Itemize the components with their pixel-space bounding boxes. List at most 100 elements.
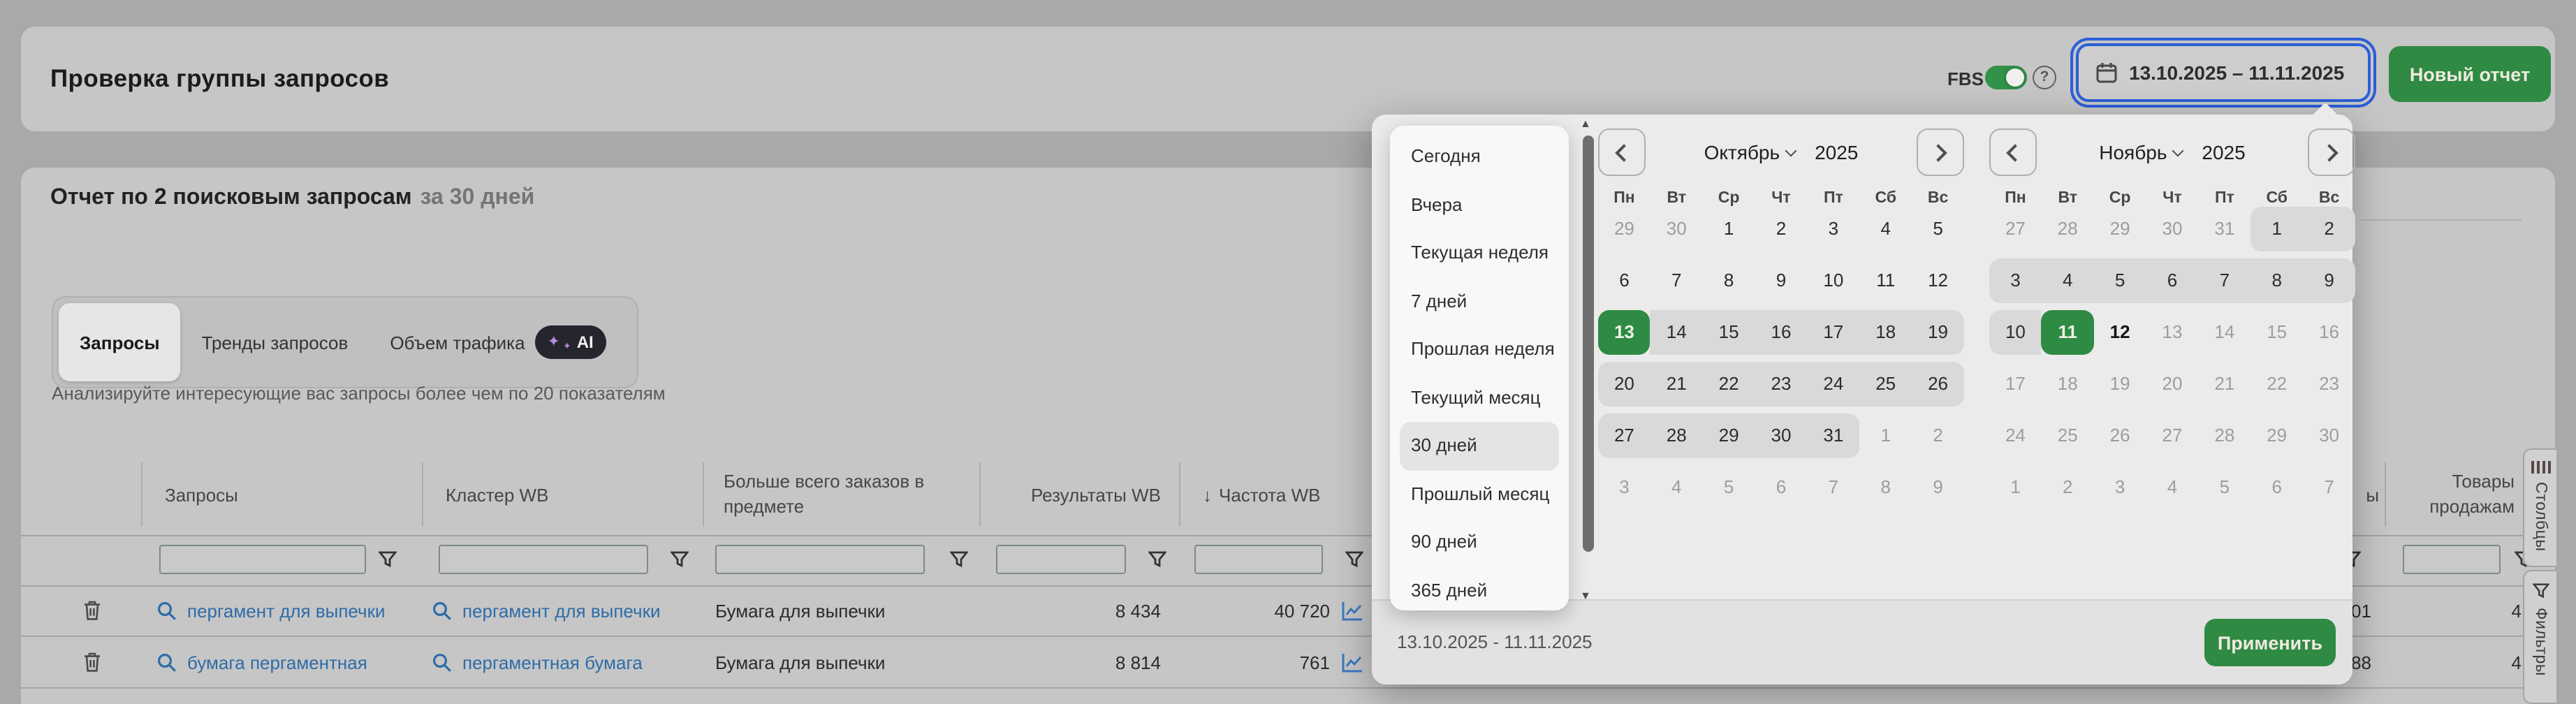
filter-input-frequency[interactable] [1194, 545, 1323, 574]
cluster-link[interactable]: пергамент для выпечки [462, 600, 660, 621]
day-cell[interactable]: 27 [1598, 413, 1651, 458]
query-link[interactable]: пергамент для выпечки [187, 600, 385, 621]
day-cell[interactable]: 7 [1651, 258, 1703, 303]
day-cell[interactable]: 1 [1703, 207, 1755, 251]
tab-объем-трафика[interactable]: Объем трафика✦✦AI [369, 303, 627, 381]
filter-input-results[interactable] [996, 545, 1126, 574]
col-header-products-sales[interactable]: Товары продажам [2389, 454, 2515, 535]
day-cell[interactable]: 26 [1912, 362, 1964, 406]
day-cell[interactable]: 13 [1598, 310, 1651, 355]
day-cell[interactable]: 17 [1807, 310, 1859, 355]
year-label[interactable]: 2025 [2202, 141, 2245, 163]
preset-item[interactable]: Текущий месяц [1400, 374, 1559, 422]
day-cell[interactable]: 1 [2251, 207, 2303, 251]
day-cell[interactable]: 16 [1755, 310, 1808, 355]
filter-input-products-sales[interactable] [2403, 545, 2501, 574]
frequency-chart-icon[interactable] [1341, 585, 1363, 636]
day-cell[interactable]: 14 [1651, 310, 1703, 355]
query-link[interactable]: бумага пергаментная [187, 652, 367, 673]
filter-funnel-icon[interactable] [1345, 550, 1363, 569]
day-cell[interactable]: 24 [1807, 362, 1859, 406]
preset-item[interactable]: Прошлый месяц [1400, 470, 1559, 518]
fbs-toggle[interactable] [1985, 66, 2027, 89]
day-cell[interactable]: 23 [1755, 362, 1808, 406]
day-cell: 20 [2146, 362, 2199, 406]
day-cell[interactable]: 6 [1598, 258, 1651, 303]
day-cell[interactable]: 10 [1807, 258, 1859, 303]
cluster-link[interactable]: пергаментная бумага [462, 652, 643, 673]
day-cell[interactable]: 18 [1859, 310, 1912, 355]
preset-item[interactable]: Текущая неделя [1400, 229, 1559, 277]
col-header-results[interactable]: Результаты WB [979, 454, 1161, 535]
next-month-button[interactable] [2308, 129, 2355, 176]
preset-item[interactable]: 365 дней [1400, 566, 1559, 610]
date-range-input[interactable]: 13.10.2025 – 11.11.2025 [2076, 43, 2371, 102]
scroll-up-icon[interactable]: ▲ [1580, 117, 1591, 130]
scroll-down-icon[interactable]: ▼ [1580, 589, 1591, 602]
day-cell[interactable]: 6 [2146, 258, 2199, 303]
frequency-chart-icon[interactable] [1341, 637, 1363, 687]
day-cell[interactable]: 8 [2251, 258, 2303, 303]
filter-input-subject[interactable] [715, 545, 925, 574]
help-icon[interactable]: ? [2033, 66, 2056, 89]
side-tab-columns[interactable]: Столбцы [2523, 448, 2556, 567]
col-header-frequency[interactable]: ↓ Частота WB [1203, 454, 1321, 535]
preset-item[interactable]: Вчера [1400, 181, 1559, 229]
day-cell[interactable]: 15 [1703, 310, 1755, 355]
day-cell[interactable]: 31 [1807, 413, 1859, 458]
day-cell[interactable]: 21 [1651, 362, 1703, 406]
preset-item[interactable]: Сегодня [1400, 133, 1559, 181]
day-cell[interactable]: 2 [2303, 207, 2355, 251]
filter-funnel-icon[interactable] [379, 550, 397, 569]
day-cell[interactable]: 20 [1598, 362, 1651, 406]
day-cell[interactable]: 10 [1989, 310, 2042, 355]
day-cell[interactable]: 3 [1807, 207, 1859, 251]
new-report-button[interactable]: Новый отчет [2389, 46, 2551, 102]
tab-запросы[interactable]: Запросы [59, 303, 181, 381]
filter-input-cluster[interactable] [439, 545, 648, 574]
preset-item[interactable]: 7 дней [1400, 277, 1559, 325]
side-tab-filters[interactable]: Фильтры [2523, 570, 2556, 704]
day-cell[interactable]: 8 [1703, 258, 1755, 303]
next-month-button[interactable] [1917, 129, 1964, 176]
filter-funnel-icon[interactable] [1148, 550, 1166, 569]
col-header-queries[interactable]: Запросы [165, 454, 238, 535]
day-cell[interactable]: 5 [2094, 258, 2146, 303]
filter-input-queries[interactable] [159, 545, 366, 574]
filter-funnel-icon[interactable] [671, 550, 689, 569]
day-cell[interactable]: 4 [1859, 207, 1912, 251]
day-cell[interactable]: 4 [2042, 258, 2094, 303]
day-cell[interactable]: 2 [1755, 207, 1808, 251]
day-cell[interactable]: 3 [1989, 258, 2042, 303]
preset-scrollbar[interactable] [1583, 135, 1594, 552]
col-header-subject[interactable]: Больше всего заказов в предмете [724, 454, 961, 535]
month-select[interactable]: Ноябрь [2099, 141, 2167, 163]
day-cell[interactable]: 9 [2303, 258, 2355, 303]
delete-row-icon[interactable] [82, 637, 102, 687]
apply-button[interactable]: Применить [2204, 619, 2336, 666]
delete-row-icon[interactable] [82, 585, 102, 636]
day-cell[interactable]: 28 [1651, 413, 1703, 458]
day-cell[interactable]: 30 [1755, 413, 1808, 458]
day-cell[interactable]: 29 [1703, 413, 1755, 458]
day-cell[interactable]: 12 [1912, 258, 1964, 303]
day-cell[interactable]: 11 [2042, 310, 2094, 355]
day-cell[interactable]: 5 [1912, 207, 1964, 251]
day-cell[interactable]: 11 [1859, 258, 1912, 303]
day-cell[interactable]: 9 [1755, 258, 1808, 303]
preset-item[interactable]: 90 дней [1400, 518, 1559, 566]
preset-item[interactable]: 30 дней [1400, 422, 1559, 470]
prev-month-button[interactable] [1989, 129, 2037, 176]
day-cell[interactable]: 12 [2094, 310, 2146, 355]
day-cell[interactable]: 7 [2198, 258, 2251, 303]
month-select[interactable]: Октябрь [1704, 141, 1780, 163]
col-header-cluster[interactable]: Кластер WB [446, 454, 548, 535]
tab-тренды-запросов[interactable]: Тренды запросов [181, 303, 369, 381]
year-label[interactable]: 2025 [1815, 141, 1858, 163]
preset-item[interactable]: Прошлая неделя [1400, 325, 1559, 374]
day-cell[interactable]: 19 [1912, 310, 1964, 355]
prev-month-button[interactable] [1598, 129, 1646, 176]
day-cell[interactable]: 22 [1703, 362, 1755, 406]
day-cell[interactable]: 25 [1859, 362, 1912, 406]
filter-funnel-icon[interactable] [950, 550, 968, 569]
